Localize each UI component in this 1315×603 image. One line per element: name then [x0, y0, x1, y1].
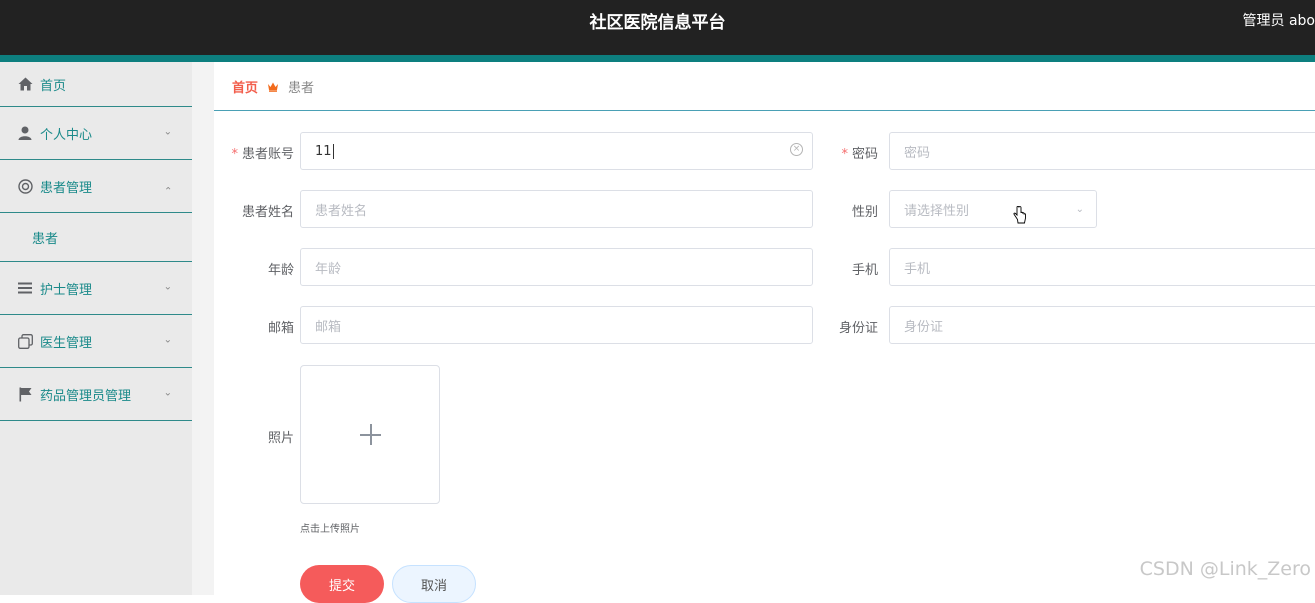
password-label: * 密码	[841, 147, 878, 162]
chevron-down-icon: ⌄	[163, 126, 172, 138]
sidebar-subitem-patient[interactable]: 患者	[0, 213, 192, 262]
email-input[interactable]: 邮箱	[300, 306, 813, 344]
sidebar-item-pharmacist-management[interactable]: 药品管理员管理 ⌄	[0, 368, 192, 421]
breadcrumb-current: 患者	[288, 80, 315, 96]
sidebar-item-home[interactable]: 首页	[0, 62, 192, 107]
upload-hint: 点击上传照片	[300, 524, 360, 535]
flag-icon	[17, 386, 33, 402]
photo-label: 照片	[267, 431, 294, 446]
breadcrumb: 首页 患者	[214, 62, 1315, 111]
chevron-down-icon: ⌄	[163, 387, 172, 399]
name-label: 患者姓名	[241, 205, 294, 220]
copy-icon	[17, 333, 33, 349]
age-input[interactable]: 年龄	[300, 248, 813, 286]
sidebar-subitem-label: 患者	[32, 231, 59, 247]
sidebar-item-label: 护士管理	[40, 282, 93, 298]
sidebar-item-personal-center[interactable]: 个人中心 ⌄	[0, 107, 192, 160]
age-label: 年龄	[267, 263, 294, 278]
content-gutter	[192, 62, 214, 595]
hand-cursor-icon	[1013, 205, 1027, 228]
user-label[interactable]: 管理员 abo	[1243, 10, 1315, 30]
sidebar-item-nurse-management[interactable]: 护士管理 ⌄	[0, 262, 192, 315]
top-bar: 社区医院信息平台 管理员 abo	[0, 0, 1315, 55]
sidebar-item-label: 首页	[40, 78, 67, 94]
header-divider	[0, 55, 1315, 62]
patient-form: * 患者账号 11 × * 密码 密码 患者姓名 患者姓名 性别 请选择性别 ⌄ 年…	[214, 111, 1315, 603]
sidebar-item-label: 药品管理员管理	[40, 388, 132, 404]
chevron-up-icon: ⌄	[163, 183, 172, 195]
person-icon	[17, 125, 33, 141]
sidebar-item-label: 患者管理	[40, 180, 93, 196]
password-input[interactable]: 密码	[889, 132, 1315, 170]
account-input[interactable]: 11 ×	[300, 132, 813, 170]
list-icon	[17, 280, 33, 296]
sidebar-item-doctor-management[interactable]: 医生管理 ⌄	[0, 315, 192, 368]
watermark: CSDN @Link_Zero	[1139, 558, 1311, 580]
chevron-down-icon: ⌄	[1075, 204, 1084, 215]
breadcrumb-home[interactable]: 首页	[232, 77, 258, 96]
sidebar-item-label: 医生管理	[40, 335, 93, 351]
idcard-input[interactable]: 身份证	[889, 306, 1315, 344]
gender-select[interactable]: 请选择性别 ⌄	[889, 190, 1097, 228]
sidebar-item-label: 个人中心	[40, 127, 93, 143]
phone-label: 手机	[851, 263, 878, 278]
lifebuoy-icon	[17, 178, 33, 194]
home-icon	[17, 76, 33, 92]
chevron-down-icon: ⌄	[163, 281, 172, 293]
photo-upload[interactable]	[300, 365, 440, 504]
name-input[interactable]: 患者姓名	[300, 190, 813, 228]
submit-button[interactable]: 提交	[300, 565, 384, 603]
gender-label: 性别	[851, 205, 878, 220]
idcard-label: 身份证	[838, 321, 878, 336]
account-label: * 患者账号	[231, 147, 294, 162]
email-label: 邮箱	[267, 321, 294, 336]
crown-icon	[267, 81, 279, 92]
app-title: 社区医院信息平台	[589, 13, 726, 33]
sidebar-item-patient-management[interactable]: 患者管理 ⌄	[0, 160, 192, 213]
text-caret	[332, 143, 334, 159]
phone-input[interactable]: 手机	[889, 248, 1315, 286]
sidebar: 首页 个人中心 ⌄ 患者管理 ⌄ 患者 护士管理 ⌄ 医生管理 ⌄ 药品管理员管…	[0, 62, 192, 595]
chevron-down-icon: ⌄	[163, 334, 172, 346]
plus-icon-vertical	[370, 424, 372, 445]
cancel-button[interactable]: 取消	[392, 565, 476, 603]
